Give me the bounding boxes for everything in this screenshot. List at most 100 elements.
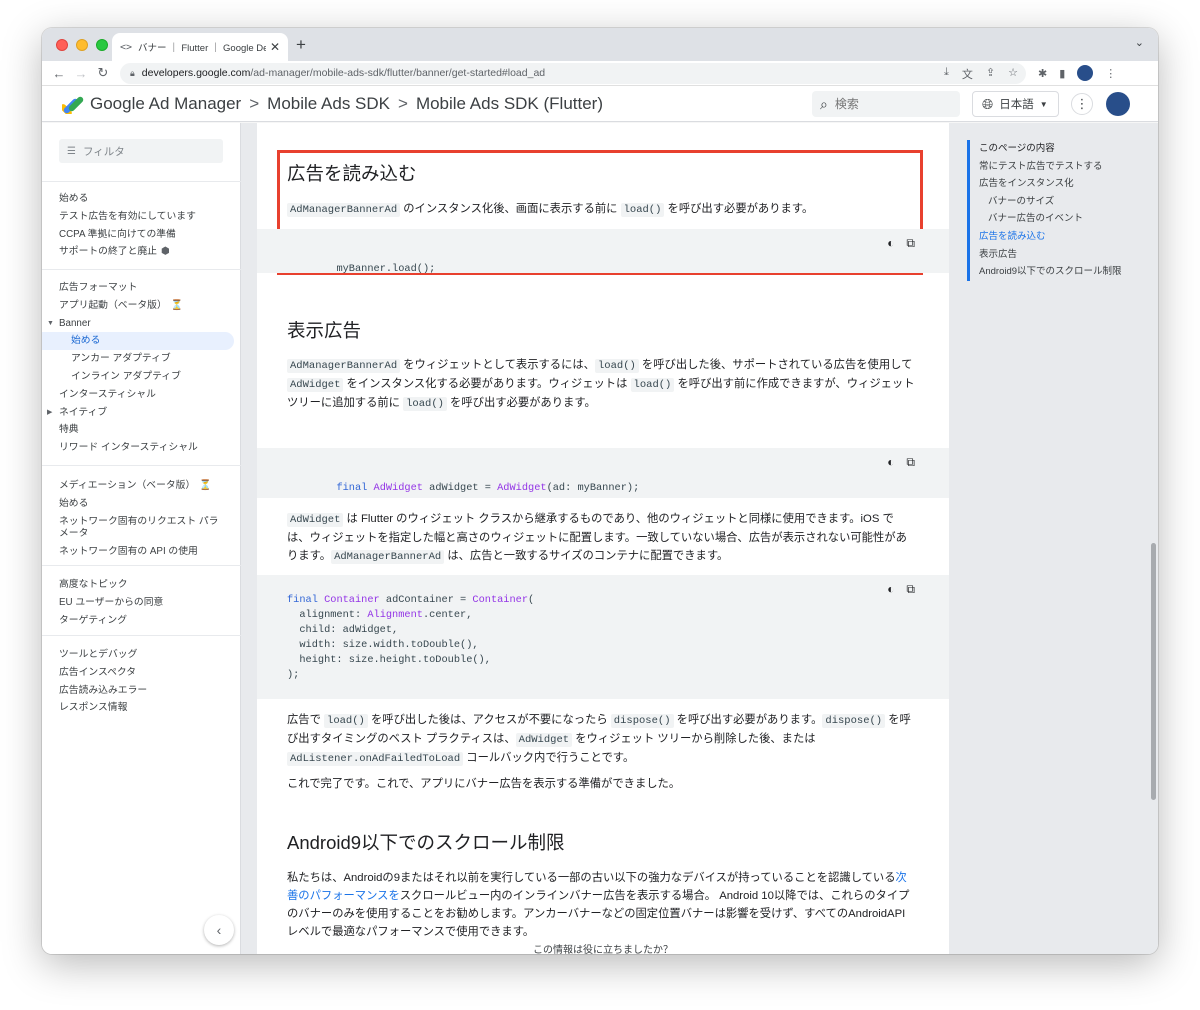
code-type: AdWidget — [497, 482, 547, 494]
browser-menu-icon[interactable]: ⋮ — [1105, 67, 1116, 80]
user-avatar[interactable] — [1106, 92, 1130, 116]
toc-item-banner-sizes[interactable]: バナーのサイズ — [979, 193, 1122, 211]
display-paragraph-3: 広告で load() を呼び出した後は、アクセスが不要になったら dispose… — [287, 711, 915, 768]
toc-item-load-ad[interactable]: 広告を読み込む — [979, 228, 1122, 246]
reload-icon[interactable]: ↻ — [92, 65, 114, 81]
url-path: /ad-manager/mobile-ads-sdk/flutter/banne… — [250, 67, 546, 79]
code-type: Container — [324, 594, 380, 606]
breadcrumb-mobile-ads-sdk[interactable]: Mobile Ads SDK — [267, 94, 390, 114]
nav-item-start[interactable]: 始める — [42, 190, 241, 208]
main-content: 広告を読み込む AdManagerBannerAd のインスタンス化後、画面に表… — [257, 123, 949, 954]
nav-item-ccpa[interactable]: CCPA 準拠に向けての準備 — [42, 226, 241, 244]
close-icon[interactable]: ✕ — [270, 40, 280, 54]
forward-arrow-icon[interactable]: → — [70, 66, 92, 81]
page-scrollbar[interactable] — [1151, 543, 1156, 800]
code-block-adwidget[interactable]: final AdWidget adWidget = AdWidget(ad: m… — [257, 448, 949, 498]
maximize-window-button[interactable] — [96, 39, 108, 51]
display-paragraph-1: AdManagerBannerAd をウィジェットとして表示するには、 load(… — [287, 356, 915, 413]
minimize-window-button[interactable] — [76, 39, 88, 51]
nav-item-native[interactable]: ▶ ネイティブ — [42, 404, 241, 422]
star-icon[interactable]: ☆ — [1008, 66, 1018, 82]
browser-tab[interactable]: <> バナー ｜ Flutter ｜ Google Deve ✕ — [112, 33, 288, 61]
dark-mode-toggle-icon[interactable]: ◐ — [887, 456, 894, 471]
site-search[interactable]: ⌕ — [812, 91, 960, 117]
left-navigation: ☰ フィルタ 始める テスト広告を有効にしています CCPA 準拠に向けての準備… — [42, 123, 241, 954]
text: を呼び出す必要があります。 — [446, 397, 596, 409]
back-arrow-icon[interactable]: ← — [48, 66, 70, 81]
nav-item-interstitial[interactable]: インタースティシャル — [42, 386, 241, 404]
nav-item-targeting[interactable]: ターゲティング — [42, 612, 241, 630]
dark-mode-toggle-icon[interactable]: ◐ — [887, 237, 894, 252]
nav-heading-formats: 広告フォーマット — [59, 282, 138, 293]
text: 広告で — [287, 714, 325, 726]
nav-item-rewarded-interstitial[interactable]: リワード インタースティシャル — [42, 439, 241, 457]
toc-item-android-scroll[interactable]: Android9以下でのスクロール制限 — [979, 263, 1122, 281]
toc-item-test-ads[interactable]: 常にテスト広告でテストする — [979, 158, 1122, 176]
profile-avatar[interactable] — [1077, 65, 1094, 81]
close-window-button[interactable] — [56, 39, 68, 51]
nav-item-ad-inspector[interactable]: 広告インスペクタ — [42, 664, 241, 682]
display-paragraph-2: AdWidget は Flutter のウィジェット クラスから継承するものであ… — [287, 510, 915, 566]
nav-item-test-ads[interactable]: テスト広告を有効にしています — [42, 208, 241, 226]
nav-item-label: アプリ起動（ベータ版） — [59, 299, 167, 311]
nav-item-mediation-start[interactable]: 始める — [42, 495, 241, 513]
ad-manager-logo-icon[interactable] — [62, 94, 84, 114]
breadcrumb-flutter[interactable]: Mobile Ads SDK (Flutter) — [416, 94, 603, 114]
share-icon[interactable]: ⇪ — [986, 66, 995, 82]
toc-item-banner-events[interactable]: バナー広告のイベント — [979, 210, 1122, 228]
new-tab-plus-icon[interactable]: + — [296, 35, 306, 55]
inline-code: AdManagerBannerAd — [287, 359, 401, 373]
copy-icon[interactable]: ⧉ — [906, 456, 915, 471]
nav-item-deprecation[interactable]: サポートの終了と廃止 ⬢ — [42, 243, 241, 261]
browser-toolbar: ← → ↻ 🔒︎ developers.google.com/ad-manage… — [42, 61, 1158, 86]
code-block-container[interactable]: final Container adContainer = Container(… — [257, 575, 949, 699]
filter-icon: ☰ — [67, 145, 76, 157]
translate-icon[interactable]: 文 — [962, 66, 973, 82]
code-type: AdWidget — [373, 482, 423, 494]
nav-item-network-api[interactable]: ネットワーク固有の API の使用 — [42, 543, 241, 561]
nav-item-eu-consent[interactable]: EU ユーザーからの同意 — [42, 594, 241, 612]
code-type: Container — [472, 594, 529, 606]
nav-item-app-open[interactable]: アプリ起動（ベータ版） ⏳ — [42, 297, 241, 315]
code-line: height: size.height.toDouble(), — [287, 654, 491, 666]
nav-item-load-errors[interactable]: 広告読み込みエラー — [42, 682, 241, 700]
search-input[interactable] — [834, 97, 935, 111]
nav-item-anchor-adaptive[interactable]: アンカー アダプティブ — [42, 350, 241, 368]
address-bar[interactable]: 🔒︎ developers.google.com/ad-manager/mobi… — [120, 62, 1026, 84]
dark-mode-toggle-icon[interactable]: ◐ — [887, 583, 894, 598]
table-of-contents: このページの内容 常にテスト広告でテストする 広告をインスタンス化 バナーのサイ… — [967, 140, 1122, 281]
android-paragraph: 私たちは、Androidの9またはそれ以前を実行している一部の古い以下の強力なデ… — [287, 869, 915, 941]
chevron-down-icon[interactable]: ⌄ — [1135, 36, 1144, 49]
nav-group-tools: ツールとデバッグ 広告インスペクタ 広告読み込みエラー レスポンス情報 — [42, 635, 241, 717]
copy-icon[interactable]: ⧉ — [906, 237, 915, 252]
nav-item-banner-start[interactable]: 始める — [42, 332, 234, 351]
brand-name[interactable]: Google Ad Manager — [90, 94, 241, 114]
filter-input[interactable]: ☰ フィルタ — [59, 139, 223, 163]
nav-item-label: サポートの終了と廃止 — [59, 246, 157, 258]
install-icon[interactable]: ⤓ — [944, 66, 949, 82]
tab-strip: <> バナー ｜ Flutter ｜ Google Deve ✕ + ⌄ — [42, 28, 1158, 61]
text: コールバック内で行うことです。 — [463, 752, 635, 764]
inline-code: load() — [620, 203, 665, 217]
code-text: (ad: myBanner); — [546, 482, 640, 494]
nav-item-response-info[interactable]: レスポンス情報 — [42, 699, 241, 717]
url-host: developers.google.com — [141, 67, 251, 79]
code-block-load[interactable]: myBanner.load(); ◐ ⧉ — [257, 229, 949, 275]
nav-item-banner[interactable]: ▼ Banner — [42, 315, 241, 333]
language-selector[interactable]: 🌐︎ 日本語 ▼ — [972, 91, 1059, 117]
code-text: adWidget = — [422, 482, 498, 494]
more-options-icon[interactable]: ⋮ — [1071, 93, 1093, 115]
nav-item-network-params[interactable]: ネットワーク固有のリクエスト パラメータ — [42, 513, 222, 543]
nav-item-inline-adaptive[interactable]: インライン アダプティブ — [42, 368, 241, 386]
expanded-arrow-icon: ▼ — [47, 319, 54, 327]
side-panel-icon[interactable]: ▮ — [1059, 67, 1065, 80]
extensions-puzzle-icon[interactable]: ✱ — [1038, 67, 1047, 80]
copy-icon[interactable]: ⧉ — [906, 583, 915, 598]
nav-group-formats: 広告フォーマット アプリ起動（ベータ版） ⏳ ▼ Banner 始める アンカー ア… — [42, 269, 241, 457]
toc-item-instantiate[interactable]: 広告をインスタンス化 — [979, 175, 1122, 193]
nav-item-rewarded[interactable]: 特典 — [42, 421, 241, 439]
toc-item-display-ad[interactable]: 表示広告 — [979, 246, 1122, 264]
nav-heading-mediation: メディエーション（ベータ版） ⏳ — [42, 477, 241, 495]
lock-icon[interactable]: 🔒︎ — [130, 68, 135, 79]
collapse-nav-chevron-left-icon[interactable]: ‹ — [204, 915, 234, 945]
